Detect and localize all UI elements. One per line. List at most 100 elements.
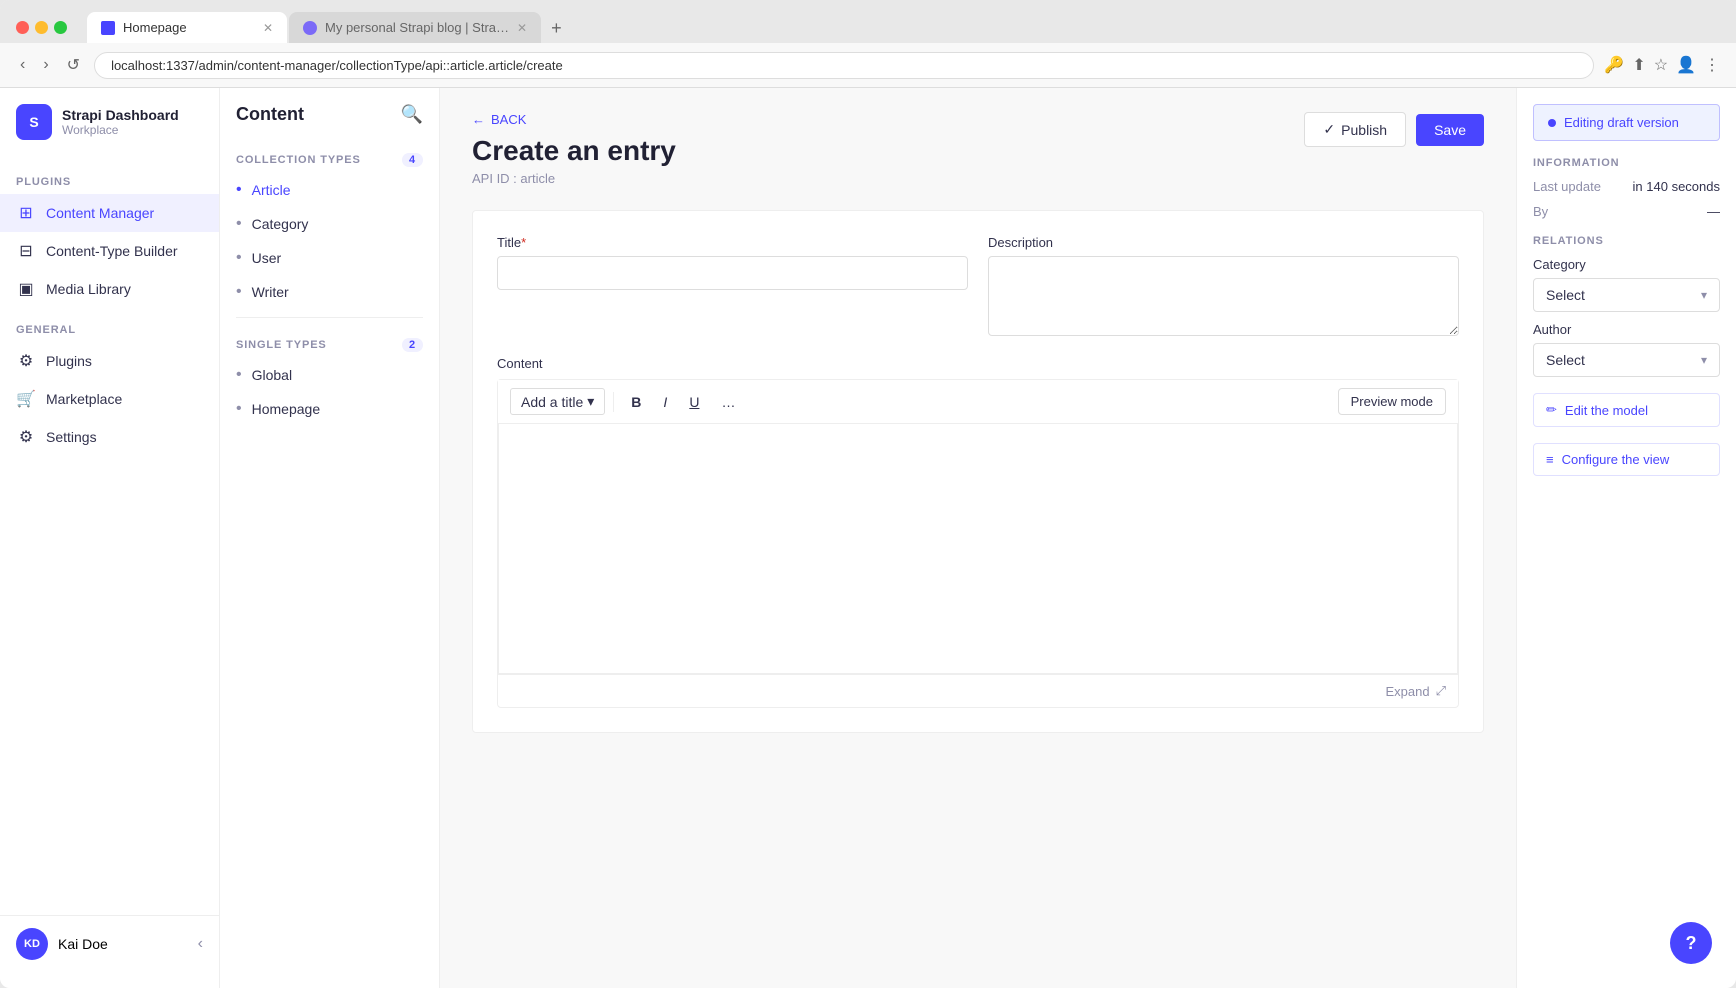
sidebar-label-media-library: Media Library [46, 281, 131, 297]
bookmark-icon[interactable]: ☆ [1654, 55, 1668, 75]
brand-text: Strapi Dashboard Workplace [62, 107, 179, 137]
description-textarea[interactable] [988, 256, 1459, 336]
preview-mode-button[interactable]: Preview mode [1338, 388, 1446, 415]
title-input[interactable] [497, 256, 968, 290]
tab-close-blog[interactable]: ✕ [517, 21, 527, 35]
collection-item-user[interactable]: User [220, 241, 439, 275]
toolbar-more-button[interactable]: … [712, 389, 744, 415]
back-link[interactable]: ← BACK [472, 112, 676, 127]
by-label: By [1533, 204, 1548, 219]
collection-item-writer-label: Writer [252, 284, 289, 300]
save-button[interactable]: Save [1416, 114, 1484, 146]
browser-tab-blog[interactable]: My personal Strapi blog | Stra… ✕ [289, 12, 541, 43]
content-editor-wrapper: Add a title ▾ B I [497, 379, 1459, 708]
expand-label: Expand [1386, 684, 1430, 699]
general-section-label: GENERAL [0, 308, 219, 342]
publish-label: Publish [1341, 122, 1387, 138]
information-section: INFORMATION Last update in 140 seconds B… [1533, 157, 1720, 219]
brand-name: Strapi Dashboard [62, 107, 179, 123]
profile-icon[interactable]: 👤 [1676, 55, 1696, 75]
tab-favicon-blog [303, 21, 317, 35]
single-item-homepage[interactable]: Homepage [220, 392, 439, 426]
question-icon: ? [1686, 933, 1697, 954]
browser-actions: 🔑 ⬆ ☆ 👤 ⋮ [1604, 55, 1720, 75]
collection-item-article[interactable]: Article [220, 173, 439, 207]
category-select[interactable]: Select ▾ [1533, 278, 1720, 312]
author-select[interactable]: Select ▾ [1533, 343, 1720, 377]
toolbar-underline-button[interactable]: U [680, 389, 708, 415]
reload-nav-button[interactable]: ↺ [63, 51, 84, 79]
edit-model-link[interactable]: ✏ Edit the model [1533, 393, 1720, 427]
sidebar-brand: S Strapi Dashboard Workplace [0, 104, 219, 160]
content-area: Content 🔍 COLLECTION TYPES 4 Article Cat… [220, 88, 1736, 988]
tab-label-blog: My personal Strapi blog | Stra… [325, 20, 509, 35]
collection-types-label: COLLECTION TYPES 4 [220, 141, 439, 173]
collection-item-writer[interactable]: Writer [220, 275, 439, 309]
collection-item-category[interactable]: Category [220, 207, 439, 241]
bold-icon: B [631, 394, 641, 410]
tab-close-homepage[interactable]: ✕ [263, 21, 273, 35]
settings-icon: ⚙ [16, 427, 36, 447]
author-select-text: Select [1546, 352, 1585, 368]
sidebar-collapse-button[interactable]: ‹ [198, 935, 203, 953]
panel-header: Content 🔍 [220, 104, 439, 141]
sidebar-item-media-library[interactable]: ▣ Media Library [0, 270, 219, 308]
page-title: Create an entry [472, 135, 676, 167]
url-text: localhost:1337/admin/content-manager/col… [111, 58, 563, 73]
underline-icon: U [689, 394, 699, 410]
forward-nav-button[interactable]: › [39, 52, 52, 78]
help-button[interactable]: ? [1670, 922, 1712, 964]
back-nav-button[interactable]: ‹ [16, 52, 29, 78]
content-label: Content [497, 356, 1459, 371]
pencil-icon: ✏ [1546, 402, 1557, 418]
sidebar-label-content-type-builder: Content-Type Builder [46, 243, 178, 259]
page-title-section: ← BACK Create an entry API ID : article [472, 112, 676, 186]
form-row-title-description: Title* Description [497, 235, 1459, 336]
sidebar-item-settings[interactable]: ⚙ Settings [0, 418, 219, 456]
toolbar-add-title-button[interactable]: Add a title ▾ [510, 388, 605, 415]
publish-button[interactable]: ✓ Publish [1304, 112, 1406, 147]
title-label: Title* [497, 235, 968, 250]
sidebar-footer: KD Kai Doe ‹ [0, 915, 219, 972]
sidebar-item-content-type-builder[interactable]: ⊟ Content-Type Builder [0, 232, 219, 270]
toolbar-bold-button[interactable]: B [622, 389, 650, 415]
expand-button[interactable]: Expand ⤢ [498, 674, 1458, 707]
browser-tab-homepage[interactable]: Homepage ✕ [87, 12, 287, 43]
new-tab-button[interactable]: + [543, 14, 570, 43]
sidebar-label-plugins: Plugins [46, 353, 92, 369]
main-editor: ← BACK Create an entry API ID : article … [440, 88, 1516, 988]
by-value: — [1707, 204, 1720, 219]
draft-label: Editing draft version [1564, 115, 1679, 130]
media-library-icon: ▣ [16, 279, 36, 299]
key-icon[interactable]: 🔑 [1604, 55, 1624, 75]
collection-panel: Content 🔍 COLLECTION TYPES 4 Article Cat… [220, 88, 440, 988]
editor-toolbar: Add a title ▾ B I [498, 380, 1458, 424]
close-window-button[interactable] [16, 21, 29, 34]
share-icon[interactable]: ⬆ [1632, 55, 1645, 75]
minimize-window-button[interactable] [35, 21, 48, 34]
tab-favicon-homepage [101, 21, 115, 35]
sidebar-item-content-manager[interactable]: ⊞ Content Manager [0, 194, 219, 232]
single-item-global[interactable]: Global [220, 358, 439, 392]
sidebar: S Strapi Dashboard Workplace PLUGINS ⊞ C… [0, 88, 220, 988]
menu-icon[interactable]: ⋮ [1704, 55, 1720, 75]
sidebar-item-marketplace[interactable]: 🛒 Marketplace [0, 380, 219, 418]
collection-types-text: COLLECTION TYPES [236, 154, 361, 166]
url-input[interactable]: localhost:1337/admin/content-manager/col… [94, 52, 1594, 79]
more-icon: … [721, 394, 735, 410]
brand-initials: S [29, 114, 38, 130]
toolbar-italic-button[interactable]: I [654, 389, 676, 415]
author-relation-label: Author [1533, 322, 1720, 337]
sidebar-item-plugins[interactable]: ⚙ Plugins [0, 342, 219, 380]
single-item-global-label: Global [252, 367, 292, 383]
form-group-description: Description [988, 235, 1459, 336]
description-label: Description [988, 235, 1459, 250]
content-editor-body[interactable] [498, 424, 1458, 674]
maximize-window-button[interactable] [54, 21, 67, 34]
brand-icon: S [16, 104, 52, 140]
single-types-label: SINGLE TYPES 2 [220, 326, 439, 358]
category-select-arrow: ▾ [1701, 288, 1707, 302]
content-search-button[interactable]: 🔍 [401, 104, 423, 125]
configure-view-link[interactable]: ≡ Configure the view [1533, 443, 1720, 476]
user-initials: KD [24, 938, 40, 950]
